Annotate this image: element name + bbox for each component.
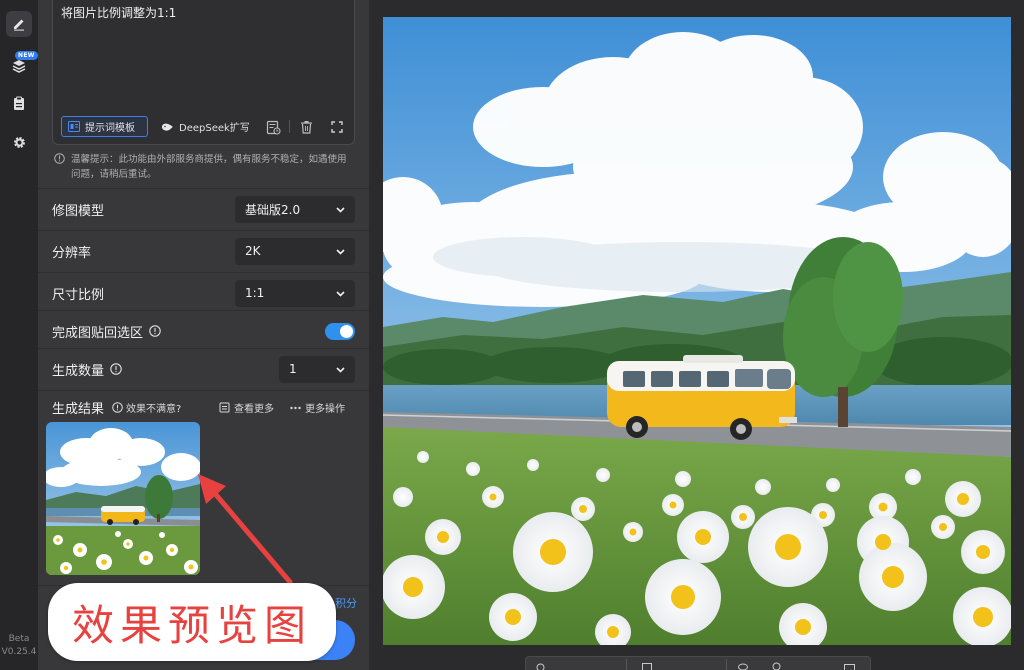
prompt-toolbar: 提示词模板 DeepSeek扩写: [61, 116, 351, 138]
model-value: 基础版2.0: [245, 202, 301, 217]
paste-back-toggle[interactable]: [325, 322, 355, 340]
prompt-template-button[interactable]: 提示词模板: [61, 116, 148, 137]
image-icon: [642, 662, 652, 670]
bottom-tool-eye[interactable]: [738, 660, 748, 670]
bottom-tool-select[interactable]: [536, 660, 545, 670]
chevron-down-icon: [336, 366, 345, 373]
preview-image[interactable]: [383, 17, 1011, 645]
count-label: 生成数量: [52, 363, 105, 379]
unsatisfied-label: 效果不满意?: [126, 404, 182, 415]
more-actions-label: 更多操作: [305, 404, 345, 415]
prompt-text: 将图片比例调整为1:1: [61, 6, 177, 20]
model-label: 修图模型: [52, 203, 105, 219]
gallery-icon: [219, 402, 230, 413]
expand-icon: [331, 121, 343, 133]
resolution-select[interactable]: 2K: [235, 237, 355, 265]
resolution-label: 分辨率: [52, 245, 92, 261]
new-badge: NEW: [15, 51, 38, 60]
annotation-label: 效果预览图: [48, 583, 336, 661]
prompt-history-button[interactable]: [265, 119, 281, 135]
gear-icon: [13, 136, 25, 148]
eye-icon: [738, 663, 748, 670]
prompt-input[interactable]: 将图片比例调整为1:1 提示词模板 DeepSeek扩写: [52, 0, 355, 145]
model-select[interactable]: 基础版2.0: [235, 195, 355, 223]
app-window: NEW Beta V0.25.4 将图片比例调整为1:1 提示词模板 DeepS…: [0, 0, 1024, 670]
result-thumbnail[interactable]: [46, 422, 200, 575]
paste-back-label-group: 完成图贴回选区: [52, 322, 161, 341]
version-number: V0.25.4: [1, 647, 37, 657]
pencil-icon: [14, 19, 24, 31]
history-tool-button[interactable]: [6, 90, 32, 116]
trash-icon: [300, 121, 312, 134]
edit-tool-button[interactable]: [6, 11, 32, 37]
model-row: 修图模型 基础版2.0: [38, 188, 369, 229]
folder-icon: [844, 663, 855, 670]
toolbar-divider: [726, 659, 727, 670]
unsatisfied-link[interactable]: 效果不满意?: [112, 400, 181, 415]
version-beta: Beta: [8, 634, 30, 644]
info-icon[interactable]: [110, 363, 122, 375]
paste-back-row: 完成图贴回选区: [38, 310, 369, 351]
credit-text: 积分: [335, 597, 357, 610]
annotation-text: 效果预览图: [71, 600, 312, 650]
circle-icon: [536, 663, 545, 670]
bottom-tool-more[interactable]: [844, 660, 855, 670]
view-more-label: 查看更多: [234, 404, 274, 415]
document-history-icon: [266, 120, 281, 135]
service-notice: 温馨提示：此功能由外部服务商提供，偶有服务不稳定，如遇使用问题，请稍后重试。: [54, 152, 354, 182]
left-rail: NEW Beta V0.25.4: [0, 0, 38, 670]
result-header: 生成结果 效果不满意? 查看更多 更多操作: [38, 390, 369, 420]
settings-tool-button[interactable]: [6, 129, 32, 155]
count-label-group: 生成数量: [52, 360, 122, 379]
count-value: 1: [289, 362, 297, 376]
ratio-label: 尺寸比例: [52, 287, 105, 303]
count-select[interactable]: 1: [279, 355, 355, 383]
bottom-tool-background[interactable]: [642, 660, 652, 670]
chevron-down-icon: [336, 290, 345, 297]
layers-icon: [12, 60, 26, 73]
service-notice-text: 温馨提示：此功能由外部服务商提供，偶有服务不稳定，如遇使用问题，请稍后重试。: [71, 154, 347, 180]
chevron-down-icon: [336, 248, 345, 255]
info-icon[interactable]: [149, 325, 161, 337]
resolution-row: 分辨率 2K: [38, 230, 369, 271]
zoom-icon: [772, 662, 781, 670]
more-actions-button[interactable]: 更多操作: [290, 400, 345, 415]
result-title: 生成结果: [52, 402, 105, 417]
clear-prompt-button[interactable]: [298, 119, 314, 135]
resolution-value: 2K: [245, 244, 261, 258]
ratio-row: 尺寸比例 1:1: [38, 272, 369, 313]
toolbar-divider: [626, 659, 627, 670]
landscape-image: [383, 17, 1011, 645]
ratio-select[interactable]: 1:1: [235, 279, 355, 307]
bottom-toolbar: [525, 656, 871, 670]
toggle-knob: [340, 324, 353, 338]
view-more-button[interactable]: 查看更多: [219, 400, 274, 415]
count-row: 生成数量 1: [38, 348, 369, 389]
annotation-arrow-icon: [198, 474, 293, 585]
info-icon: [54, 153, 65, 164]
fullscreen-prompt-button[interactable]: [329, 119, 345, 135]
result-thumbnail-image: [46, 422, 200, 575]
deepseek-expand-label: DeepSeek扩写: [179, 123, 250, 134]
paste-back-label: 完成图贴回选区: [52, 325, 144, 341]
ellipsis-icon: [290, 406, 301, 409]
info-icon: [112, 402, 123, 413]
ratio-value: 1:1: [245, 286, 265, 300]
clipboard-icon: [14, 96, 24, 110]
chevron-down-icon: [336, 206, 345, 213]
toolbar-separator: [289, 120, 290, 133]
deepseek-expand-button[interactable]: DeepSeek扩写: [161, 116, 250, 137]
preview-area: [369, 0, 1024, 670]
bottom-tool-zoom[interactable]: [772, 660, 782, 670]
prompt-template-label: 提示词模板: [85, 123, 135, 134]
deepseek-whale-icon: [162, 123, 173, 131]
template-icon: [68, 121, 80, 132]
